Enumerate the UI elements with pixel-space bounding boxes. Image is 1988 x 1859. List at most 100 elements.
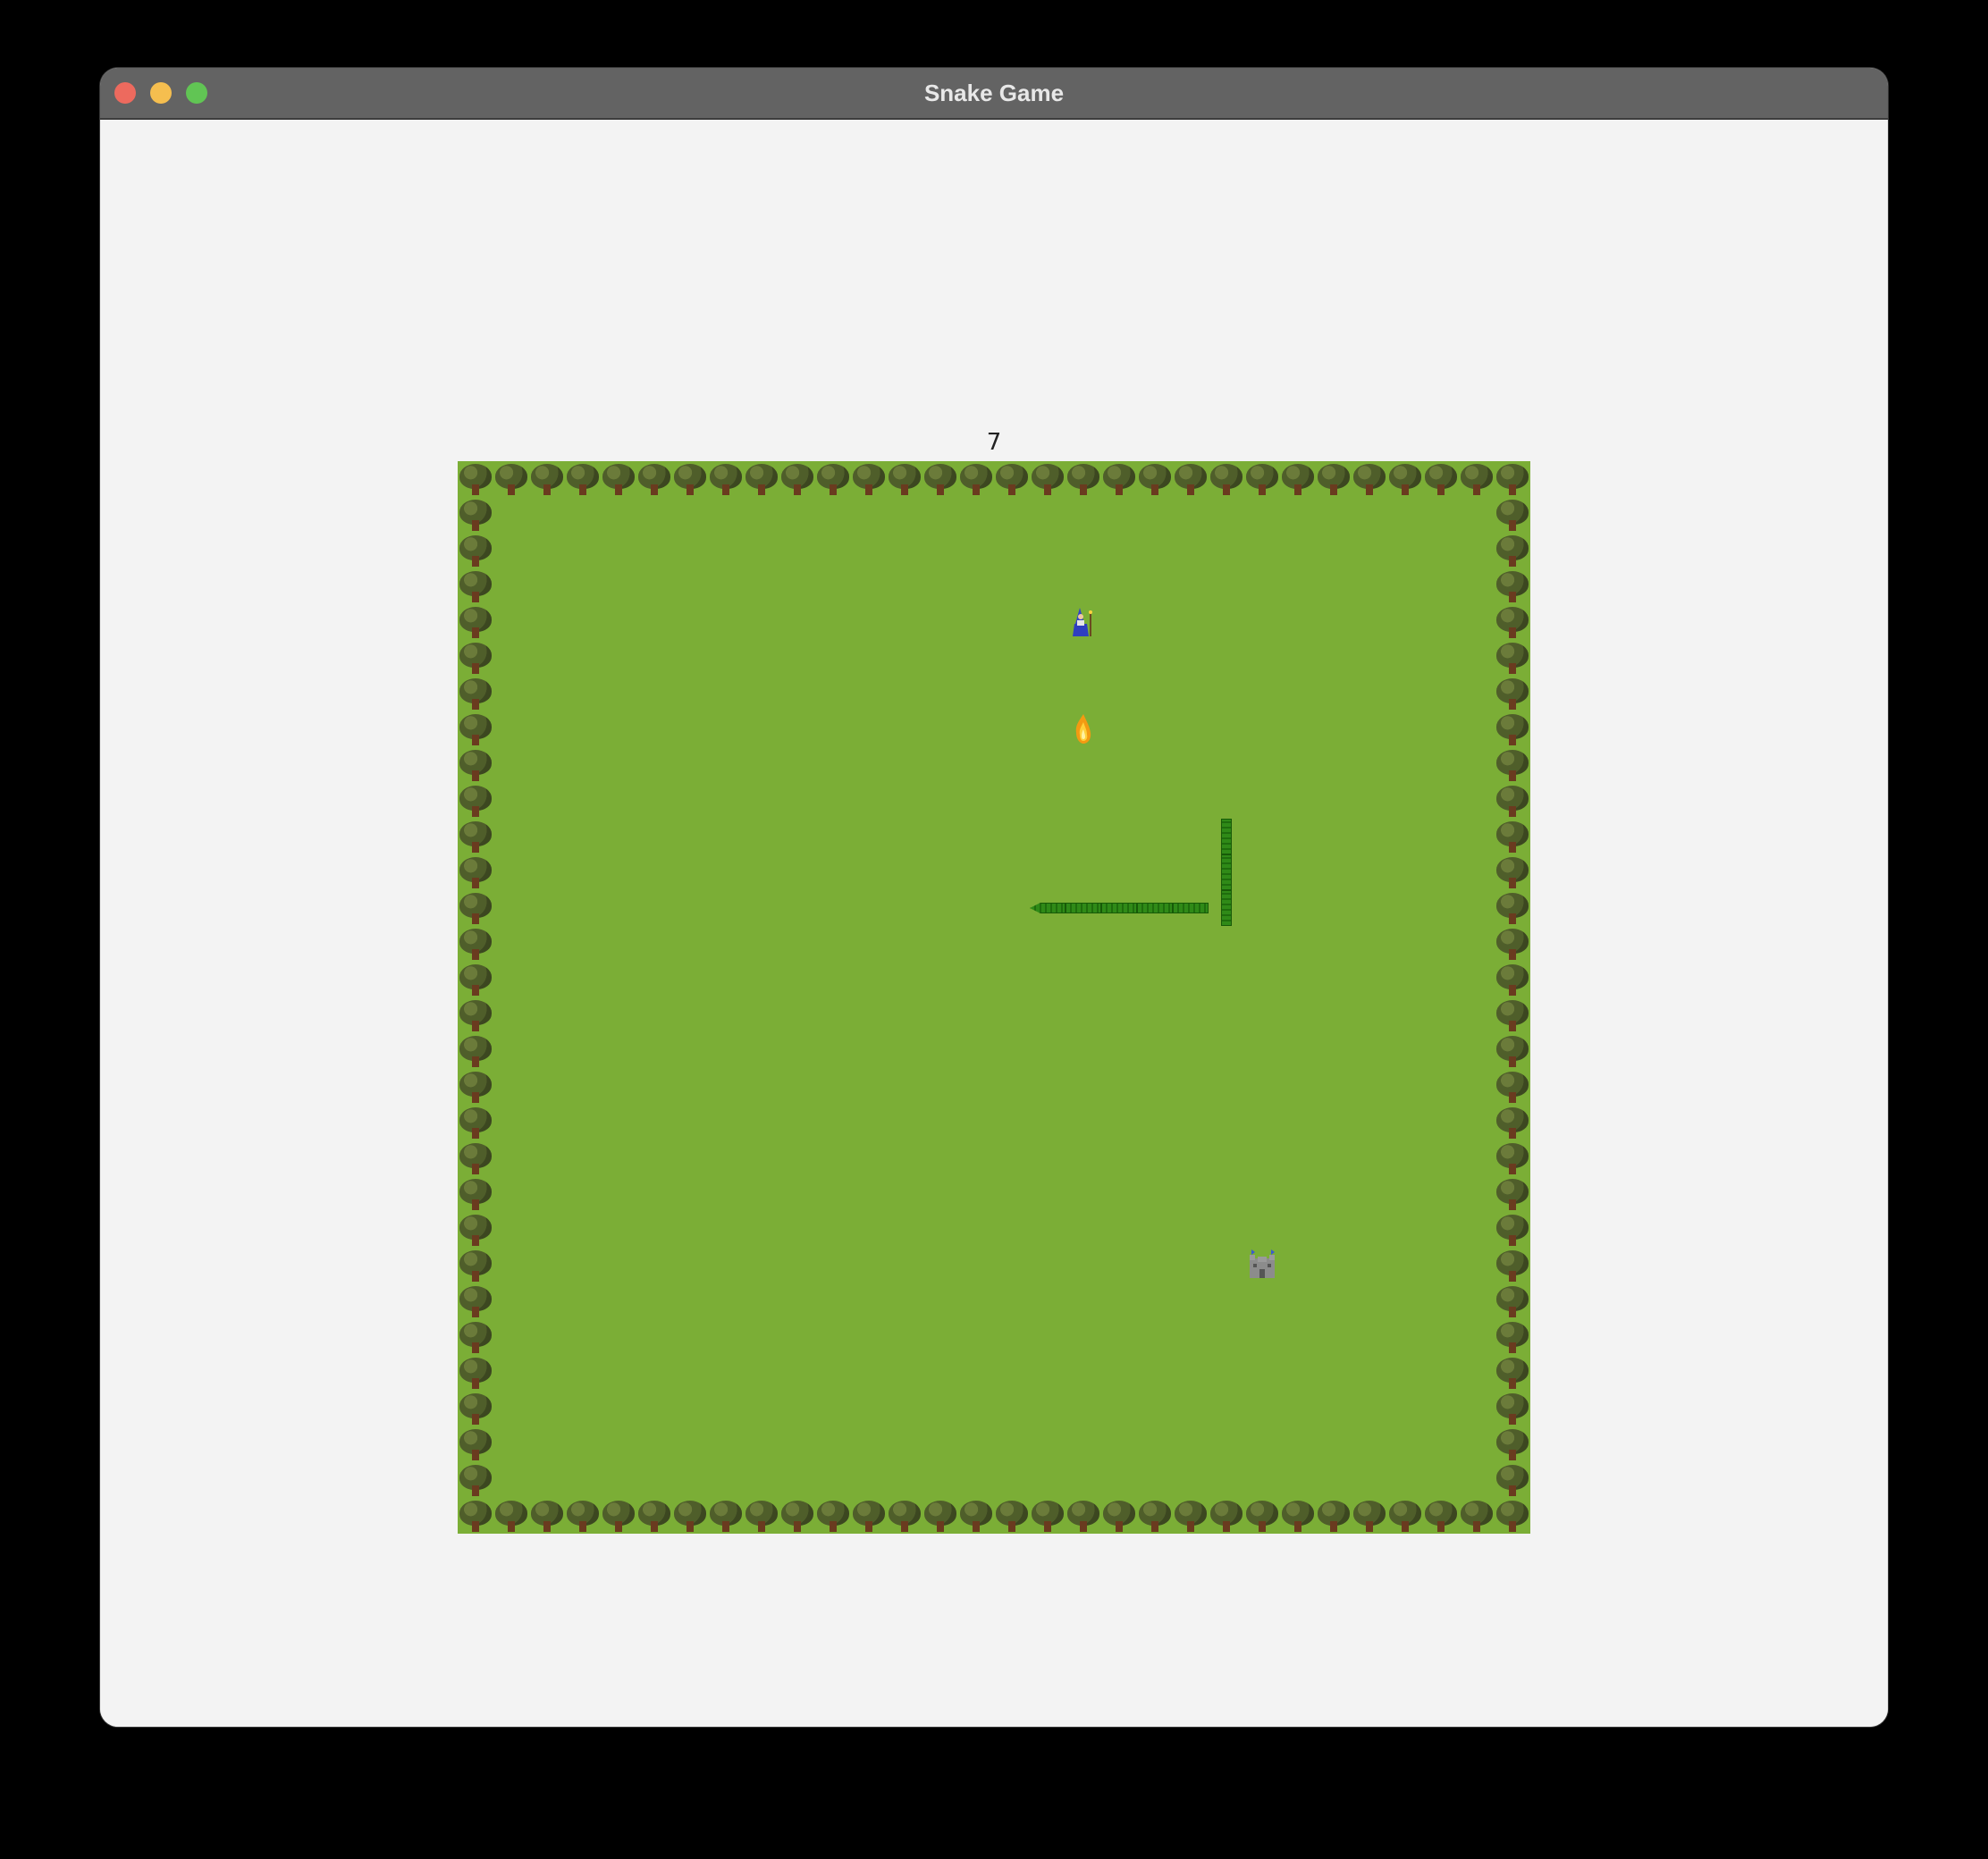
border-tree-icon bbox=[1137, 461, 1173, 497]
border-tree-icon bbox=[1495, 1319, 1530, 1355]
border-tree-icon bbox=[1101, 1498, 1137, 1534]
border-tree-icon bbox=[1495, 1212, 1530, 1248]
border-tree-icon bbox=[779, 461, 815, 497]
border-tree-icon bbox=[458, 854, 493, 890]
border-tree-icon bbox=[458, 1355, 493, 1391]
border-tree-icon bbox=[851, 1498, 887, 1534]
border-tree-icon bbox=[1495, 497, 1530, 533]
castle-icon bbox=[1250, 1249, 1275, 1278]
border-tree-icon bbox=[1495, 1426, 1530, 1462]
border-tree-icon bbox=[1459, 1498, 1495, 1534]
border-tree-icon bbox=[1495, 1248, 1530, 1283]
snake-segment bbox=[1101, 903, 1137, 913]
border-tree-icon bbox=[744, 461, 779, 497]
border-tree-icon bbox=[458, 1248, 493, 1283]
border-tree-icon bbox=[1459, 461, 1495, 497]
border-tree-icon bbox=[458, 1069, 493, 1105]
score-label: 7 bbox=[986, 429, 1002, 456]
border-tree-icon bbox=[458, 747, 493, 783]
border-tree-icon bbox=[601, 1498, 636, 1534]
border-tree-icon bbox=[1495, 997, 1530, 1033]
border-tree-icon bbox=[458, 1319, 493, 1355]
border-tree-icon bbox=[958, 1498, 994, 1534]
border-tree-icon bbox=[458, 1426, 493, 1462]
border-tree-icon bbox=[636, 461, 672, 497]
border-tree-icon bbox=[1352, 1498, 1387, 1534]
border-tree-icon bbox=[458, 783, 493, 819]
border-tree-icon bbox=[1495, 1105, 1530, 1140]
border-tree-icon bbox=[1173, 461, 1209, 497]
border-tree-icon bbox=[1495, 819, 1530, 854]
game-board[interactable] bbox=[458, 461, 1530, 1534]
border-tree-icon bbox=[1137, 1498, 1173, 1534]
border-tree-icon bbox=[565, 1498, 601, 1534]
border-tree-icon bbox=[744, 1498, 779, 1534]
border-tree-icon bbox=[922, 1498, 958, 1534]
border-tree-icon bbox=[1495, 461, 1530, 497]
border-tree-icon bbox=[1280, 1498, 1316, 1534]
border-tree-icon bbox=[1030, 461, 1066, 497]
border-tree-icon bbox=[1495, 1462, 1530, 1498]
border-tree-icon bbox=[458, 926, 493, 962]
snake-segment bbox=[1137, 903, 1173, 913]
border-tree-icon bbox=[1495, 711, 1530, 747]
border-tree-icon bbox=[493, 461, 529, 497]
border-tree-icon bbox=[458, 1105, 493, 1140]
border-tree-icon bbox=[1495, 1355, 1530, 1391]
border-tree-icon bbox=[1495, 1140, 1530, 1176]
border-tree-icon bbox=[529, 461, 565, 497]
border-tree-icon bbox=[458, 461, 493, 497]
border-tree-icon bbox=[1244, 1498, 1280, 1534]
border-tree-icon bbox=[1495, 890, 1530, 926]
border-tree-icon bbox=[1495, 1069, 1530, 1105]
border-tree-icon bbox=[1244, 461, 1280, 497]
border-tree-icon bbox=[458, 676, 493, 711]
border-tree-icon bbox=[529, 1498, 565, 1534]
border-tree-icon bbox=[458, 533, 493, 568]
border-tree-icon bbox=[1423, 461, 1459, 497]
border-tree-icon bbox=[1352, 461, 1387, 497]
border-tree-icon bbox=[994, 461, 1030, 497]
border-tree-icon bbox=[922, 461, 958, 497]
game-content: 7 bbox=[100, 120, 1888, 1727]
border-tree-icon bbox=[458, 997, 493, 1033]
border-tree-icon bbox=[458, 1212, 493, 1248]
border-tree-icon bbox=[887, 1498, 922, 1534]
border-tree-icon bbox=[708, 1498, 744, 1534]
border-tree-icon bbox=[887, 461, 922, 497]
border-tree-icon bbox=[1209, 1498, 1244, 1534]
border-tree-icon bbox=[458, 819, 493, 854]
snake-head bbox=[1030, 903, 1066, 913]
border-tree-icon bbox=[458, 1283, 493, 1319]
border-tree-icon bbox=[458, 1498, 493, 1534]
border-tree-icon bbox=[1495, 568, 1530, 604]
border-tree-icon bbox=[1495, 1033, 1530, 1069]
border-tree-icon bbox=[601, 461, 636, 497]
border-tree-icon bbox=[1101, 461, 1137, 497]
game-window: Snake Game 7 bbox=[100, 68, 1888, 1727]
border-tree-icon bbox=[1495, 783, 1530, 819]
border-tree-icon bbox=[458, 1140, 493, 1176]
border-tree-icon bbox=[1173, 1498, 1209, 1534]
border-tree-icon bbox=[1316, 1498, 1352, 1534]
border-tree-icon bbox=[458, 890, 493, 926]
border-tree-icon bbox=[1495, 1176, 1530, 1212]
border-tree-icon bbox=[1495, 1391, 1530, 1426]
border-tree-icon bbox=[1387, 1498, 1423, 1534]
border-tree-icon bbox=[815, 1498, 851, 1534]
border-tree-icon bbox=[458, 962, 493, 997]
border-tree-icon bbox=[458, 1176, 493, 1212]
border-tree-icon bbox=[672, 461, 708, 497]
border-tree-icon bbox=[458, 1033, 493, 1069]
border-tree-icon bbox=[565, 461, 601, 497]
border-tree-icon bbox=[1316, 461, 1352, 497]
snake-segment bbox=[1221, 890, 1232, 926]
border-tree-icon bbox=[458, 497, 493, 533]
border-tree-icon bbox=[458, 640, 493, 676]
border-tree-icon bbox=[1495, 854, 1530, 890]
border-tree-icon bbox=[672, 1498, 708, 1534]
border-tree-icon bbox=[1495, 747, 1530, 783]
wizard-icon bbox=[1073, 608, 1092, 636]
border-tree-icon bbox=[458, 604, 493, 640]
snake-segment bbox=[1221, 854, 1232, 890]
